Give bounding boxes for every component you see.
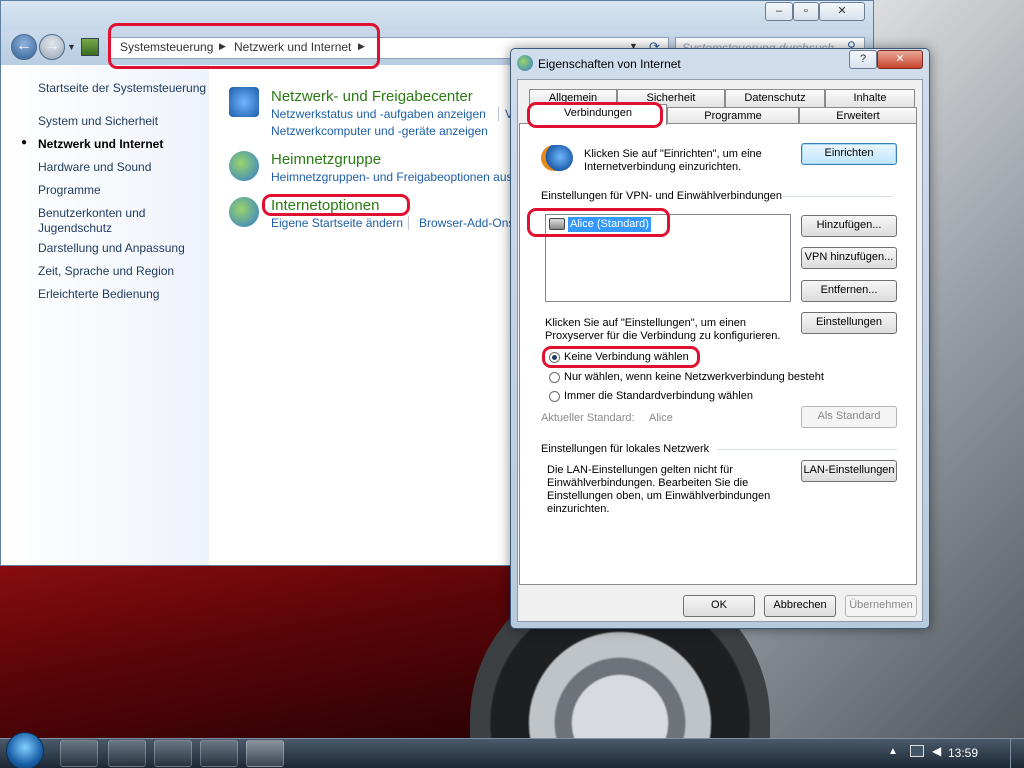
sidebar-item-system[interactable]: System und Sicherheit [38, 114, 158, 128]
internet-globe-icon [517, 55, 533, 71]
sidebar-item-accounts[interactable]: Benutzerkonten und [38, 206, 145, 220]
settings-button[interactable]: Einstellungen [801, 312, 897, 334]
control-panel-icon [81, 38, 99, 56]
help-button[interactable]: ? [849, 50, 877, 69]
category-homegroup[interactable]: Heimnetzgruppe [271, 151, 381, 168]
recent-pages-chevron-icon[interactable]: ▼ [67, 42, 76, 52]
radio-always-dial[interactable] [549, 391, 560, 402]
lan-text-line2: Einwählverbindungen. Bearbeiten Sie die [547, 477, 749, 489]
sidebar-item-time[interactable]: Zeit, Sprache und Region [38, 264, 174, 278]
link-browser-addons[interactable]: Browser-Add-Ons [419, 216, 514, 230]
ok-button[interactable]: OK [683, 595, 755, 617]
cancel-button[interactable]: Abbrechen [764, 595, 836, 617]
radio-dial-when-no-network-label[interactable]: Nur wählen, wenn keine Netzwerkverbindun… [564, 371, 824, 384]
lan-group-label: Einstellungen für lokales Netzwerk [541, 443, 710, 455]
sidebar-item-network: Netzwerk und Internet [38, 137, 164, 151]
group-divider [717, 449, 897, 450]
minimize-button[interactable]: ‒ [765, 2, 793, 21]
add-vpn-button[interactable]: VPN hinzufügen... [801, 247, 897, 269]
network-tray-icon[interactable] [910, 745, 924, 757]
volume-tray-icon[interactable]: ◀ [932, 744, 941, 758]
link-network-computers[interactable]: Netzwerkcomputer und -geräte anzeigen [271, 124, 488, 138]
network-center-icon [229, 87, 259, 117]
category-internet-options[interactable]: Internetoptionen [271, 197, 379, 214]
radio-always-dial-label[interactable]: Immer die Standardverbindung wählen [564, 390, 753, 403]
add-button[interactable]: Hinzufügen... [801, 215, 897, 237]
link-network-status[interactable]: Netzwerkstatus und -aufgaben anzeigen [271, 107, 486, 121]
settings-text-line1: Klicken Sie auf "Einstellungen", um eine… [545, 317, 747, 329]
windows-start-icon[interactable] [6, 732, 44, 768]
setup-text-line1: Klicken Sie auf "Einrichten", um eine [584, 148, 762, 160]
active-bullet-icon: ● [21, 137, 28, 148]
homegroup-icon [229, 151, 259, 181]
highlight-breadcrumb [108, 23, 380, 69]
setup-text-line2: Internetverbindung einzurichten. [584, 161, 742, 173]
dialog-title: Eigenschaften von Internet [538, 57, 681, 71]
lan-text-line1: Die LAN-Einstellungen gelten nicht für [547, 464, 733, 476]
vpn-group-label: Einstellungen für VPN- und Einwählverbin… [541, 190, 782, 202]
group-divider [781, 196, 893, 197]
highlight-connections-tab [527, 102, 663, 128]
tab-inhalte[interactable]: Inhalte [825, 89, 915, 107]
highlight-connection [527, 208, 670, 237]
sidebar-item-accessibility[interactable]: Erleichterte Bedienung [38, 287, 159, 301]
internet-options-taskbar-icon[interactable] [246, 740, 284, 767]
tray-expand-icon[interactable]: ▲ [888, 746, 898, 757]
maximize-button[interactable]: ▫ [793, 2, 819, 21]
opera-icon[interactable] [154, 740, 192, 767]
lan-text-line4: einzurichten. [547, 503, 610, 515]
sidebar-item-accounts-line2[interactable]: Jugendschutz [38, 221, 112, 235]
tab-datenschutz[interactable]: Datenschutz [725, 89, 825, 107]
link-homegroup-options[interactable]: Heimnetzgruppen- und Freigabeoptionen au… [271, 170, 513, 184]
category-network-center[interactable]: Netzwerk- und Freigabecenter [271, 88, 473, 105]
sidebar-item-hardware[interactable]: Hardware und Sound [38, 160, 151, 174]
sidebar-item-appearance[interactable]: Darstellung und Anpassung [38, 241, 185, 255]
forward-arrow-icon[interactable]: → [39, 34, 65, 60]
lan-settings-button[interactable]: LAN-Einstellungen [801, 460, 897, 482]
current-default-label: Aktueller Standard: [541, 412, 635, 424]
radio-dial-when-no-network[interactable] [549, 372, 560, 383]
wallpaper-car [0, 560, 520, 740]
back-arrow-icon[interactable]: ← [11, 34, 37, 60]
highlight-never-dial [542, 346, 700, 368]
link-divider [408, 216, 409, 230]
settings-text-line2: Proxyserver für die Verbindung zu konfig… [545, 330, 781, 342]
setup-button[interactable]: Einrichten [801, 143, 897, 165]
set-default-button[interactable]: Als Standard [801, 406, 897, 428]
internet-properties-dialog: Eigenschaften von Internet ? ✕ Allgemein… [510, 48, 930, 629]
show-desktop-button[interactable] [1010, 739, 1024, 768]
link-change-homepage[interactable]: Eigene Startseite ändern [271, 216, 403, 230]
sidebar-item-home[interactable]: Startseite der Systemsteuerung [38, 81, 206, 95]
control-panel-taskbar-icon[interactable] [200, 740, 238, 767]
connection-wizard-icon [541, 145, 573, 171]
lan-text-line3: Einstellungen oben, um Einwählverbindung… [547, 490, 771, 502]
current-default-value: Alice [649, 412, 673, 424]
link-divider [498, 107, 499, 121]
internet-options-icon [229, 197, 259, 227]
close-button[interactable]: ✕ [819, 2, 865, 21]
sidebar-item-programs[interactable]: Programme [38, 183, 101, 197]
clock[interactable]: 13:59 [948, 746, 978, 760]
media-player-icon[interactable] [108, 740, 146, 767]
apply-button[interactable]: Übernehmen [845, 595, 917, 617]
dialog-close-button[interactable]: ✕ [877, 50, 923, 69]
remove-button[interactable]: Entfernen... [801, 280, 897, 302]
explorer-folder-icon[interactable] [60, 740, 98, 767]
